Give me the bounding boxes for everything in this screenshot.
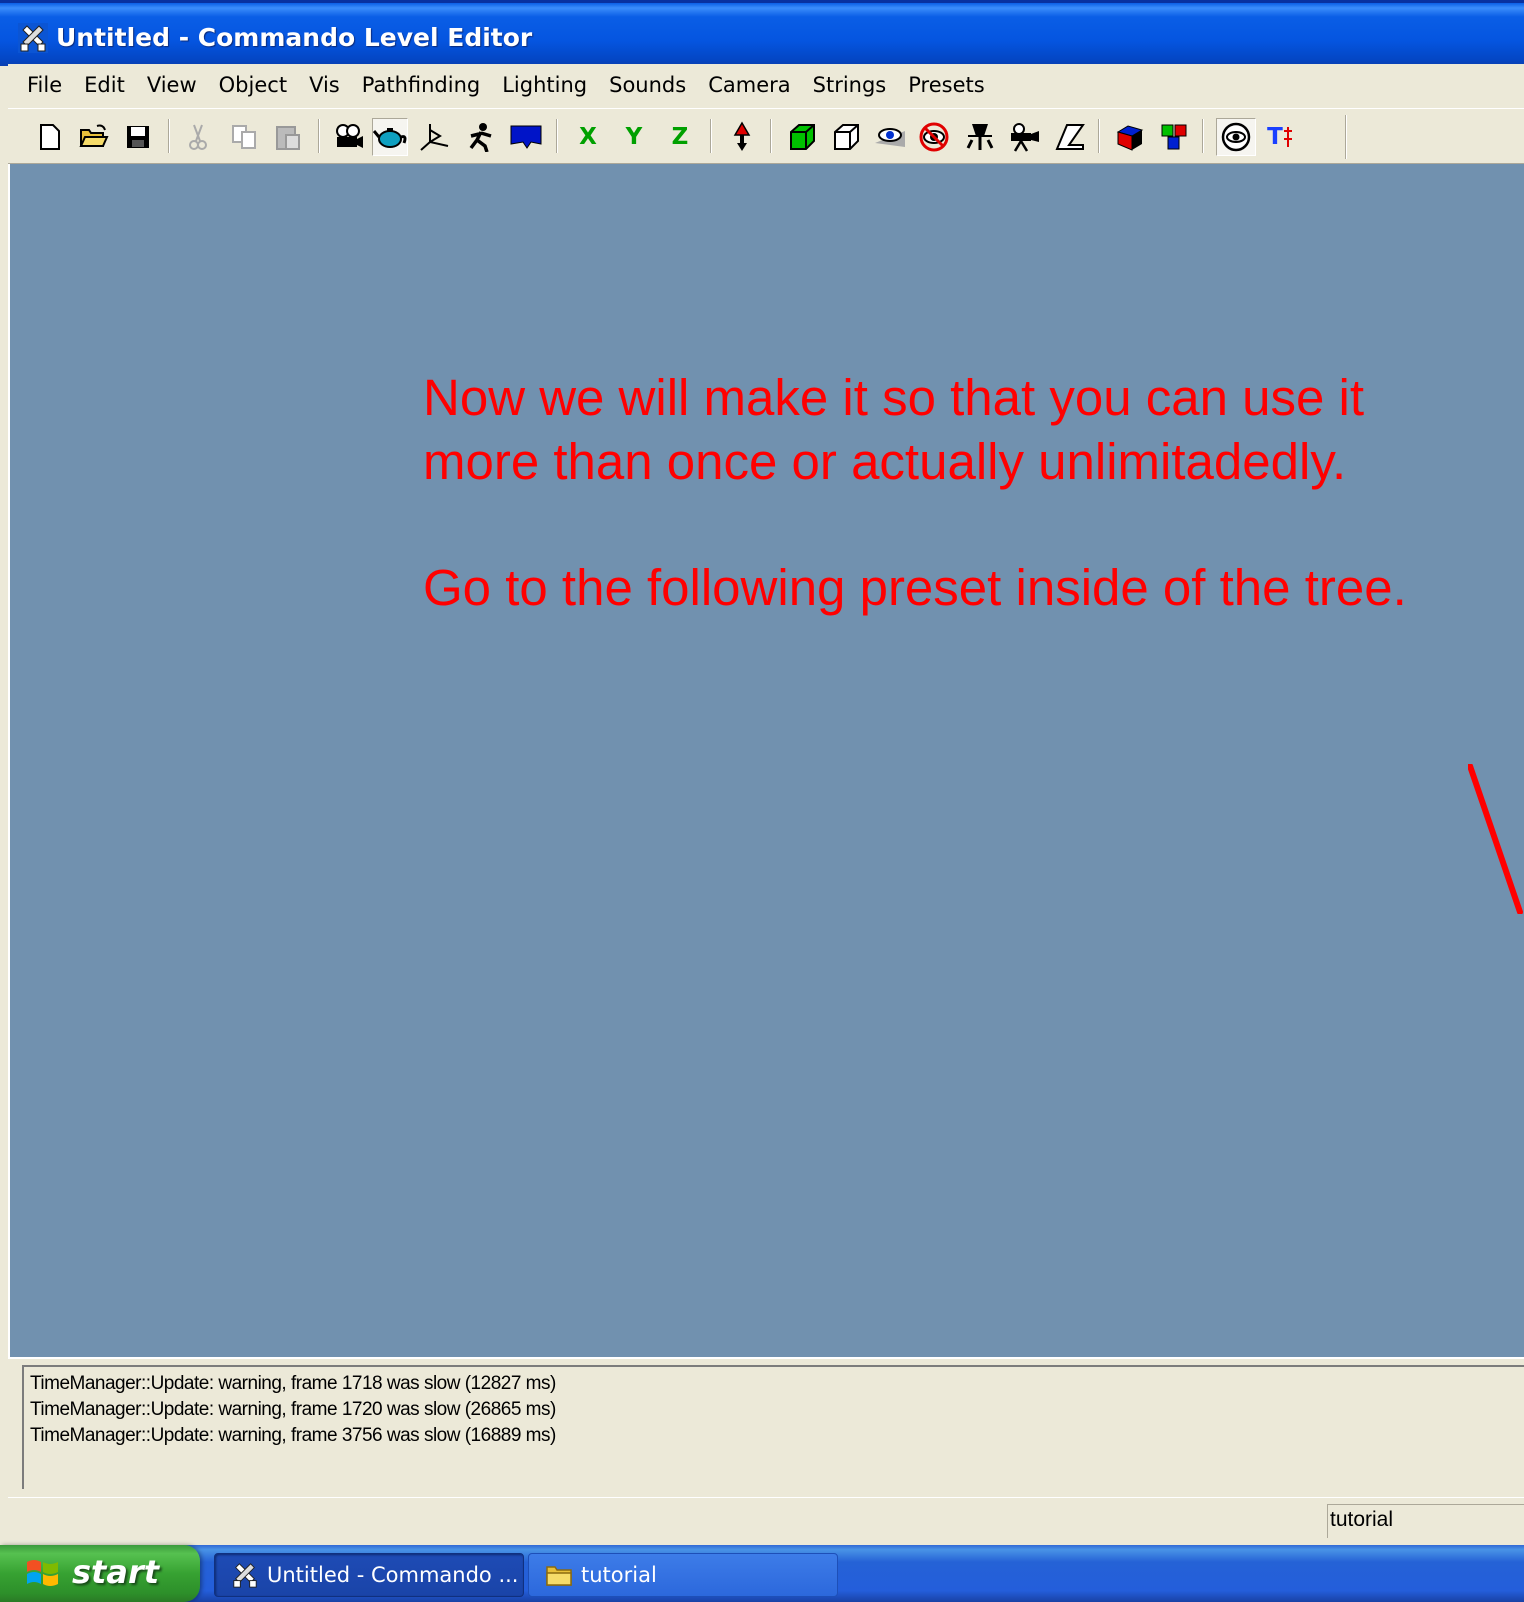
taskbar-item-label: tutorial: [581, 1563, 657, 1587]
axis-z-icon[interactable]: Z: [662, 118, 698, 156]
toolbar-separator: [770, 119, 772, 153]
no-vis-icon[interactable]: [916, 118, 952, 156]
tools-app-icon: [18, 23, 48, 53]
camera-mode-icon[interactable]: [330, 118, 366, 156]
output-log[interactable]: TimeManager::Update: warning, frame 1718…: [22, 1365, 1524, 1489]
eye-icon[interactable]: [872, 118, 908, 156]
light-icon[interactable]: [962, 118, 998, 156]
taskbar: start Untitled - Commando ... tutorial: [0, 1545, 1524, 1602]
eye-toggle-icon[interactable]: [1216, 118, 1256, 156]
walker-icon[interactable]: [462, 118, 498, 156]
toolbar-separator: [318, 119, 320, 153]
window-title: Untitled - Commando Level Editor: [56, 23, 533, 52]
toolbar-separator: [1098, 119, 1100, 153]
editor-window: Untitled - Commando Level Editor File Ed…: [0, 0, 1524, 1545]
log-line: TimeManager::Update: warning, frame 1718…: [30, 1373, 556, 1394]
output-panel: TimeManager::Update: warning, frame 1718…: [8, 1357, 1524, 1497]
menu-object[interactable]: Object: [208, 73, 298, 97]
main-toolbar: X Y Z T: [8, 108, 1524, 164]
green-box-icon[interactable]: [784, 118, 820, 156]
display-icon[interactable]: [508, 118, 544, 156]
taskbar-item-tutorial-folder[interactable]: tutorial: [528, 1553, 838, 1597]
windows-flag-icon: [27, 1560, 58, 1586]
log-line: TimeManager::Update: warning, frame 1720…: [30, 1399, 556, 1420]
drop-icon[interactable]: [724, 118, 760, 156]
menu-bar: File Edit View Object Vis Pathfinding Li…: [8, 64, 1524, 106]
menu-vis[interactable]: Vis: [298, 73, 351, 97]
cut-icon[interactable]: [180, 118, 216, 156]
menu-lighting[interactable]: Lighting: [491, 73, 598, 97]
wire-box-icon[interactable]: [828, 118, 864, 156]
taskbar-item-level-editor[interactable]: Untitled - Commando ...: [214, 1553, 524, 1597]
3d-viewport[interactable]: Now we will make it so that you can use …: [8, 164, 1524, 1357]
status-bar: tutorial: [8, 1497, 1524, 1545]
annotation-text-line2: more than once or actually unlimitadedly…: [423, 433, 1347, 490]
start-label: start: [72, 1553, 160, 1591]
annotation-text-line3: Go to the following preset inside of the…: [423, 559, 1407, 616]
toolbar-separator: [1202, 119, 1204, 153]
toolbar-separator: [168, 119, 170, 153]
axis-x-icon[interactable]: X: [570, 118, 606, 156]
toolbar-end-separator: [1345, 115, 1347, 159]
camera-icon[interactable]: [1006, 118, 1042, 156]
path-icon[interactable]: [1052, 118, 1088, 156]
menu-file[interactable]: File: [16, 73, 73, 97]
color-blocks-icon[interactable]: [1156, 118, 1192, 156]
open-folder-icon[interactable]: [76, 118, 112, 156]
log-line: TimeManager::Update: warning, frame 3756…: [30, 1425, 556, 1446]
text-icon[interactable]: T: [1262, 118, 1298, 156]
cube-color-icon[interactable]: [1112, 118, 1148, 156]
menu-strings[interactable]: Strings: [802, 73, 898, 97]
new-file-icon[interactable]: [32, 118, 68, 156]
save-icon[interactable]: [120, 118, 156, 156]
axis-gizmo-icon[interactable]: [416, 118, 452, 156]
status-pane: tutorial: [1327, 1504, 1524, 1538]
menu-view[interactable]: View: [136, 73, 208, 97]
menu-sounds[interactable]: Sounds: [598, 73, 697, 97]
folder-icon: [546, 1566, 572, 1586]
menu-camera[interactable]: Camera: [697, 73, 801, 97]
menu-pathfinding[interactable]: Pathfinding: [351, 73, 491, 97]
teapot-object-icon[interactable]: [372, 118, 408, 156]
annotation-arrow-icon: [1468, 764, 1523, 914]
taskbar-item-label: Untitled - Commando ...: [267, 1563, 519, 1587]
toolbar-separator: [556, 119, 558, 153]
copy-icon[interactable]: [226, 118, 262, 156]
title-bar[interactable]: Untitled - Commando Level Editor: [0, 0, 1524, 66]
paste-icon[interactable]: [270, 118, 306, 156]
start-button[interactable]: start: [0, 1545, 200, 1602]
annotation-text-line1: Now we will make it so that you can use …: [423, 369, 1365, 426]
tools-app-icon: [233, 1563, 257, 1588]
toolbar-separator: [710, 119, 712, 153]
axis-y-icon[interactable]: Y: [616, 118, 652, 156]
menu-presets[interactable]: Presets: [897, 73, 995, 97]
menu-edit[interactable]: Edit: [73, 73, 136, 97]
